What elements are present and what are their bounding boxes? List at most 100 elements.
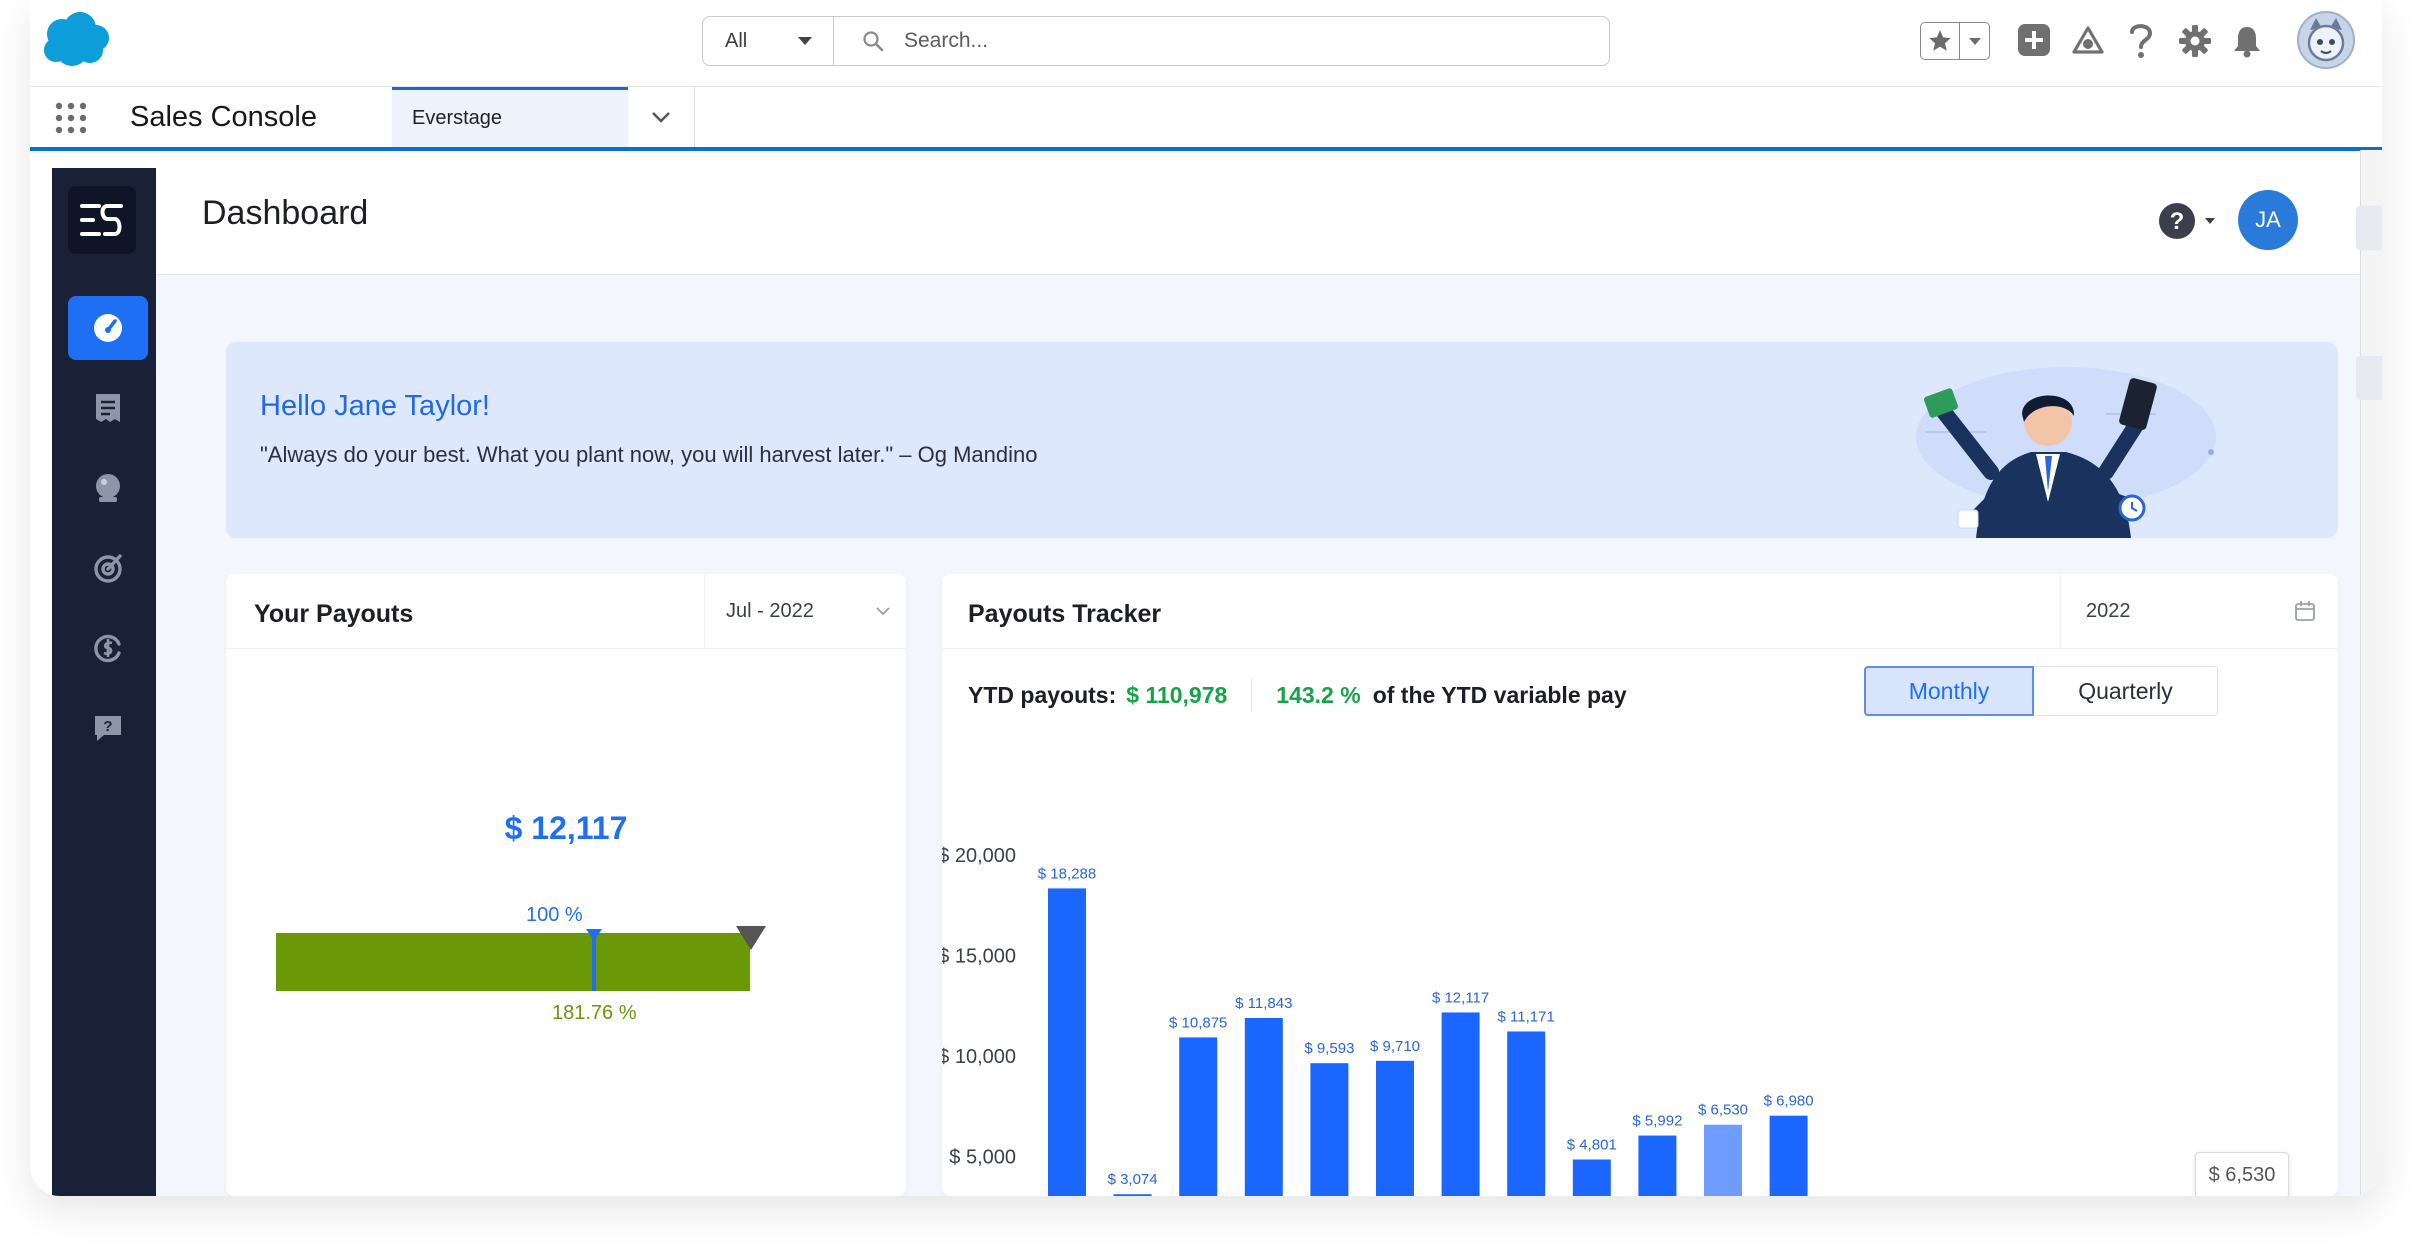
max-marker-triangle-icon <box>736 926 766 950</box>
divider <box>942 648 2338 649</box>
user-avatar[interactable] <box>2296 10 2356 70</box>
add-plus-icon[interactable] <box>2016 22 2052 58</box>
sidebar-item-statements[interactable] <box>68 376 148 440</box>
bar <box>1507 1031 1546 1196</box>
period-select[interactable]: Jul - 2022 <box>706 574 906 648</box>
y-tick-label: $ 15,000 <box>942 946 1016 968</box>
payouts-tracker-card: Payouts Tracker 2022 YTD payouts: $ 110,… <box>942 574 2338 1196</box>
global-header: All Search... <box>30 0 2382 86</box>
bar <box>1244 1017 1283 1196</box>
sidebar-item-quotas[interactable] <box>68 536 148 600</box>
caret-down-icon <box>2205 218 2215 224</box>
everstage-sidebar: ? <box>52 168 156 1196</box>
bar <box>1638 1135 1677 1196</box>
search-scope-dropdown[interactable]: All <box>702 16 834 66</box>
divider <box>704 574 705 648</box>
dashboard-header: Dashboard ? JA <box>156 168 2380 275</box>
attainment-bar-fill <box>276 933 750 991</box>
svg-text:?: ? <box>2170 208 2185 235</box>
svg-text:?: ? <box>103 718 112 735</box>
dollar-cycle-icon <box>92 632 124 664</box>
bar <box>1441 1012 1480 1196</box>
setup-gear-icon[interactable] <box>2178 24 2212 58</box>
quote-text: "Always do your best. What you plant now… <box>260 442 1038 467</box>
divider <box>226 648 906 649</box>
payouts-bar-chart: $ 5,000 $ 10,000 $ 15,000 $ 20,000 $ 18,288 $… <box>942 754 2338 1196</box>
user-avatar-initials[interactable]: JA <box>2238 190 2298 250</box>
target-marker-triangle-icon <box>584 929 604 943</box>
search-icon <box>862 30 884 52</box>
bar <box>1310 1063 1349 1196</box>
bar <box>1113 1194 1152 1196</box>
ytd-summary: YTD payouts: $ 110,978 143.2 % of the YT… <box>968 678 1627 712</box>
sidebar-item-queries[interactable]: ? <box>68 696 148 760</box>
quarterly-toggle-button[interactable]: Quarterly <box>2034 666 2218 716</box>
bar-data-label: $ 4,801 <box>1567 1136 1617 1153</box>
sidebar-item-commissions[interactable] <box>68 616 148 680</box>
sidebar-item-dashboard[interactable] <box>68 296 148 360</box>
utility-panel-edge <box>2360 150 2382 1196</box>
bar-data-label: $ 6,980 <box>1764 1093 1814 1110</box>
ytd-percent: 143.2 % <box>1276 681 1361 708</box>
caret-down-icon <box>797 36 813 46</box>
bar <box>1048 888 1086 1196</box>
divider <box>1251 678 1253 712</box>
tab-menu-button[interactable] <box>628 87 695 147</box>
help-menu-button[interactable]: ? <box>2158 202 2216 240</box>
favorites-button[interactable] <box>1920 22 1990 60</box>
bar-data-label: $ 18,288 <box>1038 865 1096 882</box>
bar-data-label: $ 10,875 <box>1169 1014 1227 1031</box>
dashboard-gauge-icon <box>92 312 124 344</box>
caret-down-icon <box>1960 37 1989 46</box>
card-title: Payouts Tracker <box>968 600 1162 628</box>
ytd-value: $ 110,978 <box>1126 681 1228 708</box>
salesforce-cloud-logo[interactable] <box>42 6 110 78</box>
everstage-app: ? Dashboard ? JA Hello Jane Taylor! "Alw… <box>52 168 2380 1196</box>
chevron-down-icon <box>651 111 671 123</box>
notifications-bell-icon[interactable] <box>2230 24 2264 58</box>
tab-label: Everstage <box>412 107 503 129</box>
calendar-icon <box>2295 601 2315 621</box>
collapse-panel-button[interactable] <box>2356 206 2382 250</box>
payout-amount: $ 12,117 <box>504 810 628 846</box>
search-scope-label: All <box>725 29 748 52</box>
global-search-input[interactable]: Search... <box>834 16 1610 66</box>
bar <box>1179 1037 1218 1196</box>
bar-data-label: $ 12,117 <box>1432 989 1489 1006</box>
ytd-suffix: of the YTD variable pay <box>1372 681 1627 708</box>
browser-window: All Search... Sales Console Everstage ? … <box>30 0 2382 1196</box>
app-navigation-bar: Sales Console Everstage <box>30 86 2382 151</box>
target-icon <box>92 552 124 584</box>
card-title: Your Payouts <box>254 600 414 628</box>
year-value: 2022 <box>2086 599 2131 622</box>
crystal-ball-icon <box>92 472 124 504</box>
divider <box>2060 574 2061 648</box>
bar <box>1376 1060 1414 1196</box>
sidebar-item-crystal[interactable] <box>68 456 148 520</box>
receipt-icon <box>94 392 122 424</box>
help-icon[interactable] <box>2124 20 2158 60</box>
bar-data-label: $ 9,710 <box>1370 1038 1420 1055</box>
period-toggle: Monthly Quarterly <box>1864 666 2218 716</box>
collapse-panel-button[interactable] <box>2356 356 2382 400</box>
bar <box>1572 1159 1611 1196</box>
page-title: Dashboard <box>202 194 369 232</box>
chevron-down-icon <box>876 606 890 615</box>
bar-data-label: $ 9,593 <box>1304 1040 1354 1057</box>
y-tick-label: $ 20,000 <box>942 845 1016 867</box>
help-chat-icon: ? <box>93 713 123 743</box>
trailhead-icon[interactable] <box>2070 22 2106 58</box>
year-picker[interactable]: 2022 <box>2062 574 2338 648</box>
app-name: Sales Console <box>130 101 317 133</box>
multitasking-person-illustration <box>1826 342 2246 538</box>
app-launcher-icon[interactable] <box>54 101 88 135</box>
monthly-toggle-button[interactable]: Monthly <box>1864 666 2034 716</box>
attainment-label: 181.76 % <box>552 1002 637 1024</box>
ytd-label: YTD payouts: <box>968 681 1117 708</box>
attainment-bar-track <box>276 929 752 991</box>
everstage-logo[interactable] <box>68 186 136 254</box>
chart-tooltip: $ 6,530 <box>2195 1152 2289 1196</box>
tab-everstage[interactable]: Everstage <box>392 87 628 147</box>
help-circle-icon: ? <box>2159 203 2195 239</box>
bar-data-label: $ 5,992 <box>1632 1113 1682 1130</box>
